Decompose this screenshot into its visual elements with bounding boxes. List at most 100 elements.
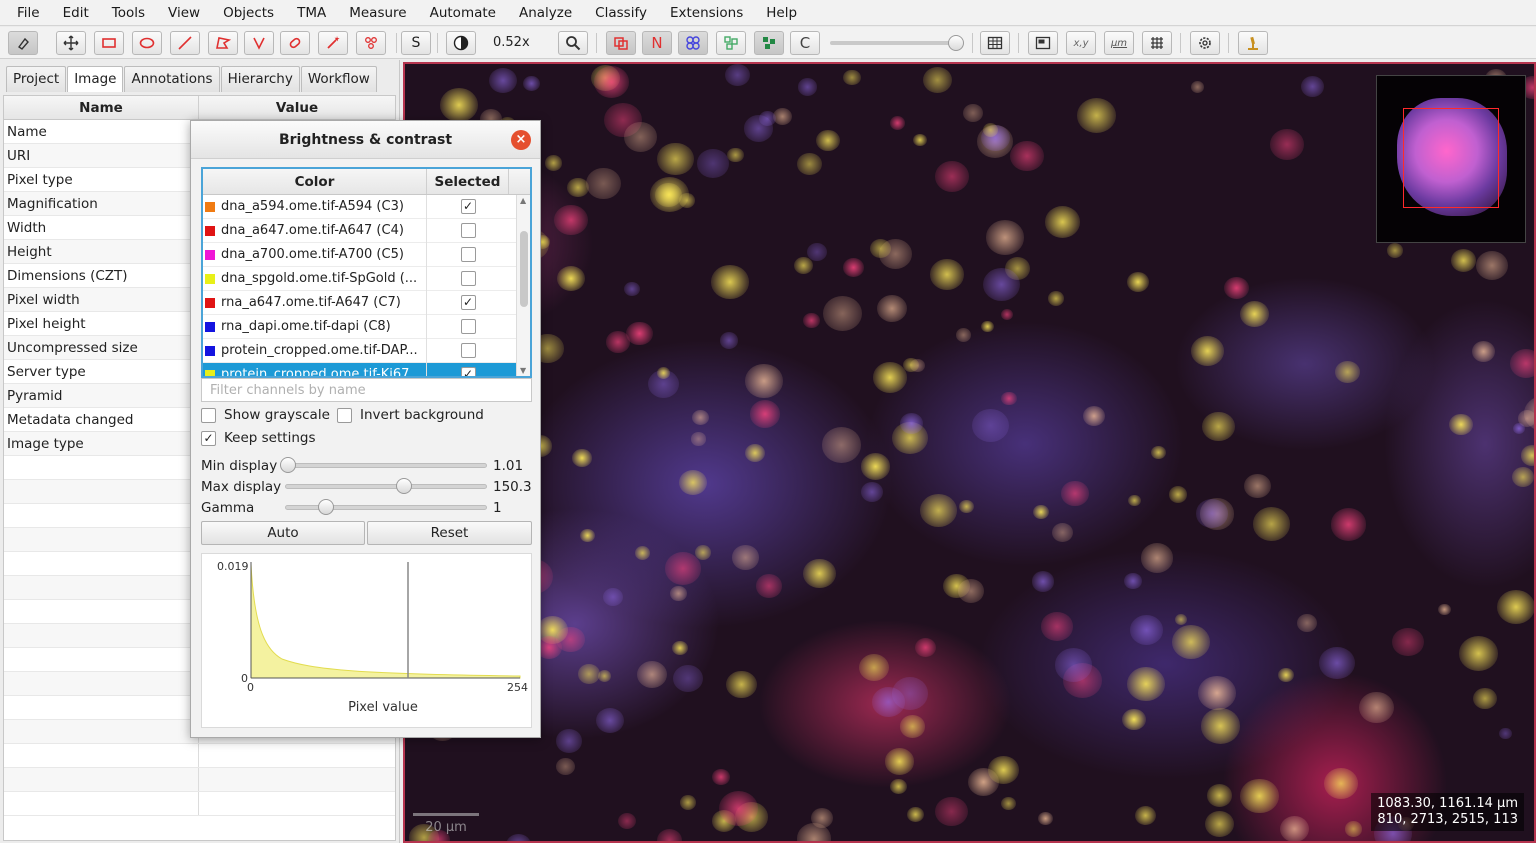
show-annotations-button[interactable]: [606, 31, 636, 55]
points-tool-button[interactable]: [356, 31, 386, 55]
cell-blob: [1201, 708, 1241, 744]
polygon-tool-button[interactable]: [208, 31, 238, 55]
zoom-to-fit-button[interactable]: [558, 31, 588, 55]
cell-blob: [636, 660, 668, 689]
overview-thumbnail[interactable]: [1376, 75, 1526, 243]
menu-automate[interactable]: Automate: [419, 0, 508, 26]
channel-row[interactable]: protein_cropped.ome.tif-DAP...: [203, 338, 530, 363]
channel-row[interactable]: rna_dapi.ome.tif-dapi (C8): [203, 314, 530, 339]
menu-tools[interactable]: Tools: [101, 0, 157, 26]
location-button[interactable]: x,y: [1066, 31, 1096, 55]
tab-hierarchy[interactable]: Hierarchy: [220, 66, 300, 92]
hand-tool-button[interactable]: [8, 31, 38, 55]
tab-image[interactable]: Image: [67, 66, 124, 92]
channel-row[interactable]: rna_a647.ome.tif-A647 (C7) ✓: [203, 290, 530, 315]
menu-view[interactable]: View: [157, 0, 212, 26]
line-tool-button[interactable]: [170, 31, 200, 55]
invert-background-option[interactable]: Invert background: [337, 407, 484, 423]
ellipse-tool-button[interactable]: [132, 31, 162, 55]
min-display-knob[interactable]: [280, 457, 296, 473]
invert-background-checkbox[interactable]: [337, 407, 352, 423]
channel-row[interactable]: dna_a700.ome.tif-A700 (C5): [203, 242, 530, 267]
image-viewer[interactable]: 20 µm 1083.30, 1161.14 µm 810, 2713, 251…: [403, 62, 1536, 843]
show-grayscale-checkbox[interactable]: [201, 407, 216, 423]
channel-row[interactable]: dna_a647.ome.tif-A647 (C4): [203, 218, 530, 243]
cursor-coordinates: 1083.30, 1161.14 µm 810, 2713, 2515, 113: [1371, 793, 1524, 831]
channel-table[interactable]: Color Selected dna_a594.ome.tif-A594 (C3…: [201, 167, 532, 378]
rectangle-tool-button[interactable]: [94, 31, 124, 55]
show-tma-grid-button[interactable]: [678, 31, 708, 55]
show-grayscale-option[interactable]: Show grayscale: [201, 407, 330, 423]
cell-blob: [929, 259, 964, 290]
menu-edit[interactable]: Edit: [52, 0, 101, 26]
keep-settings-checkbox[interactable]: ✓: [201, 430, 216, 446]
menu-extensions[interactable]: Extensions: [659, 0, 755, 26]
grid-button[interactable]: [1142, 31, 1172, 55]
tab-project[interactable]: Project: [6, 66, 67, 92]
polyline-tool-button[interactable]: [244, 31, 274, 55]
tab-annotations[interactable]: Annotations: [124, 66, 220, 92]
menu-file[interactable]: File: [6, 0, 52, 26]
value-column-header[interactable]: Value: [199, 96, 395, 119]
menu-help[interactable]: Help: [755, 0, 809, 26]
menu-objects[interactable]: Objects: [212, 0, 286, 26]
channel-selected-checkbox[interactable]: [460, 343, 476, 358]
color-column-header[interactable]: Color: [203, 169, 427, 194]
overview-button[interactable]: [1028, 31, 1058, 55]
filter-channels-input[interactable]: [201, 378, 532, 402]
move-tool-button[interactable]: [56, 31, 86, 55]
max-display-slider[interactable]: [285, 484, 487, 489]
channel-selected-checkbox[interactable]: ✓: [460, 199, 476, 214]
name-column-header[interactable]: Name: [4, 96, 199, 119]
channel-selected-checkbox[interactable]: [460, 319, 476, 334]
menu-measure[interactable]: Measure: [338, 0, 418, 26]
log-button[interactable]: [1238, 31, 1268, 55]
selection-mode-button[interactable]: S: [401, 31, 431, 55]
selected-column-header[interactable]: Selected: [427, 169, 509, 194]
empty-row: [4, 792, 395, 816]
menu-classify[interactable]: Classify: [584, 0, 659, 26]
wand-tool-button[interactable]: [318, 31, 348, 55]
channel-selected-checkbox[interactable]: ✓: [460, 295, 476, 310]
brightness-contrast-button[interactable]: [446, 31, 476, 55]
keep-settings-option[interactable]: ✓ Keep settings: [201, 430, 316, 446]
channel-selected-checkbox[interactable]: [460, 247, 476, 262]
channel-color-swatch: [205, 225, 215, 236]
opacity-slider-knob[interactable]: [948, 35, 964, 51]
close-icon[interactable]: ×: [511, 130, 531, 150]
channel-name: rna_a647.ome.tif-A647 (C7): [221, 295, 401, 310]
scalebar-button[interactable]: µm: [1104, 31, 1134, 55]
gamma-knob[interactable]: [318, 499, 334, 515]
channel-selected-checkbox[interactable]: [460, 271, 476, 286]
cell-blob: [1297, 613, 1317, 632]
min-display-slider[interactable]: [285, 463, 487, 468]
channel-scrollbar[interactable]: ▲ ▼: [516, 195, 530, 376]
fill-detections-button[interactable]: [754, 31, 784, 55]
tab-workflow[interactable]: Workflow: [300, 66, 377, 92]
cell-blob: [816, 129, 841, 152]
dialog-title-bar[interactable]: Brightness & contrast ×: [191, 121, 540, 159]
max-display-knob[interactable]: [396, 478, 412, 494]
show-names-button[interactable]: N: [642, 31, 672, 55]
show-connections-button[interactable]: C: [790, 31, 820, 55]
channel-row[interactable]: dna_spgold.ome.tif-SpGold (...: [203, 266, 530, 291]
measurement-table-button[interactable]: [980, 31, 1010, 55]
brush-tool-button[interactable]: [280, 31, 310, 55]
reset-button[interactable]: Reset: [367, 521, 532, 545]
preferences-button[interactable]: [1190, 31, 1220, 55]
scroll-down-icon[interactable]: ▼: [520, 366, 526, 375]
scrollbar-thumb[interactable]: [520, 231, 528, 307]
channel-selected-checkbox[interactable]: ✓: [460, 367, 476, 376]
gamma-slider[interactable]: [285, 505, 487, 510]
opacity-slider[interactable]: [830, 41, 960, 45]
scroll-up-icon[interactable]: ▲: [520, 196, 526, 205]
channel-selected-checkbox[interactable]: [460, 223, 476, 238]
show-detections-button[interactable]: [716, 31, 746, 55]
channel-row[interactable]: dna_a594.ome.tif-A594 (C3) ✓: [203, 194, 530, 219]
menu-analyze[interactable]: Analyze: [508, 0, 584, 26]
auto-button[interactable]: Auto: [201, 521, 365, 545]
menu-tma[interactable]: TMA: [286, 0, 338, 26]
cell-blob: [1497, 589, 1534, 625]
channel-row[interactable]: protein_cropped.ome.tif-Ki67... ✓: [203, 362, 530, 376]
polygon-tool-icon: [216, 37, 231, 49]
